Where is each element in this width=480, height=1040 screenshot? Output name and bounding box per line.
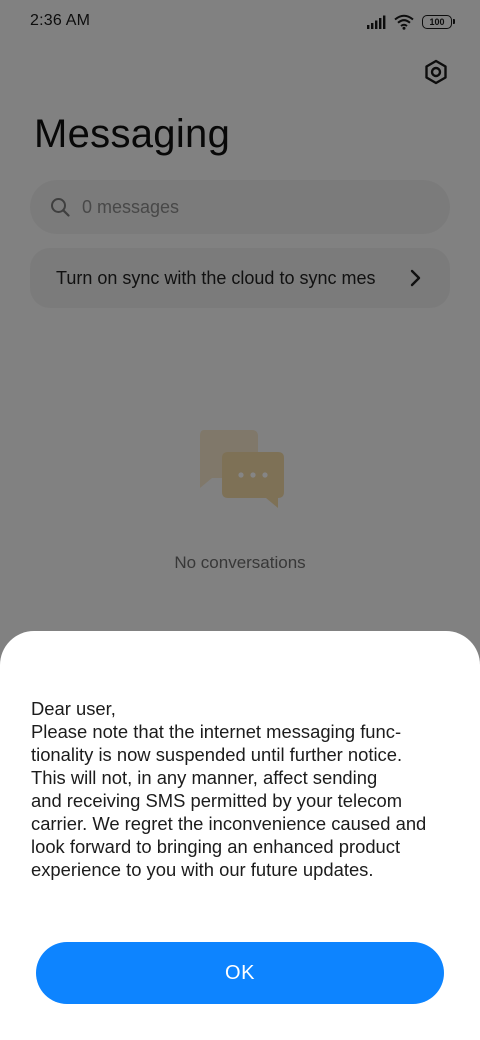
notice-dialog: Dear user, Please note that the internet…	[0, 631, 480, 1040]
dialog-message: Dear user, Please note that the internet…	[31, 698, 427, 880]
ok-button[interactable]: OK	[36, 942, 444, 1004]
